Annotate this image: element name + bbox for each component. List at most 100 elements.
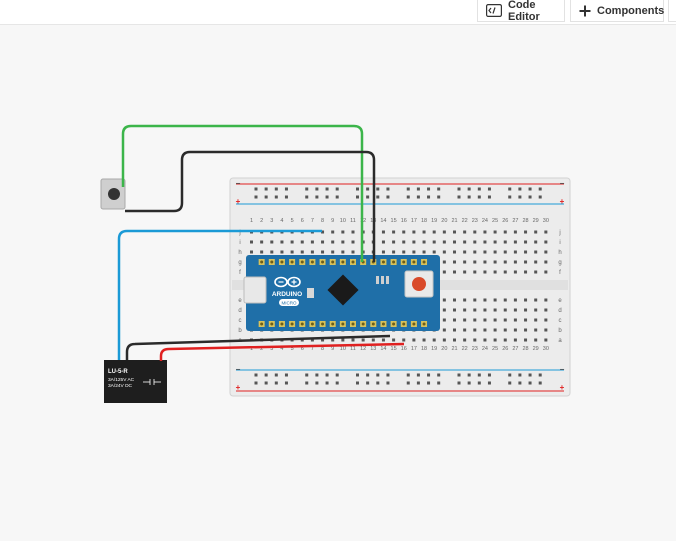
breadboard-hole[interactable] <box>280 250 284 254</box>
rail-hole[interactable] <box>437 187 441 191</box>
breadboard-hole[interactable] <box>483 230 487 234</box>
breadboard-hole[interactable] <box>453 298 456 302</box>
breadboard-hole[interactable] <box>453 318 456 322</box>
breadboard-hole[interactable] <box>453 308 456 312</box>
breadboard-hole[interactable] <box>493 260 497 264</box>
rail-hole[interactable] <box>284 195 288 199</box>
rail-hole[interactable] <box>538 373 542 377</box>
breadboard-hole[interactable] <box>534 240 538 244</box>
breadboard-hole[interactable] <box>513 308 517 312</box>
rail-hole[interactable] <box>284 373 288 377</box>
breadboard-hole[interactable] <box>544 250 548 254</box>
rail-hole[interactable] <box>325 373 329 377</box>
breadboard-hole[interactable] <box>534 250 538 254</box>
breadboard-hole[interactable] <box>392 240 396 244</box>
breadboard-hole[interactable] <box>473 308 477 312</box>
breadboard-hole[interactable] <box>483 298 487 302</box>
breadboard-hole[interactable] <box>381 338 385 342</box>
breadboard-hole[interactable] <box>442 308 446 312</box>
rail-hole[interactable] <box>467 195 471 199</box>
rail-hole[interactable] <box>487 195 491 199</box>
breadboard-hole[interactable] <box>534 270 538 274</box>
arduino-micro[interactable]: ARDUINO MICRO <box>243 255 440 331</box>
rail-hole[interactable] <box>427 381 431 385</box>
rail-hole[interactable] <box>284 187 288 191</box>
rail-hole[interactable] <box>538 195 542 199</box>
rail-hole[interactable] <box>274 187 278 191</box>
rail-hole[interactable] <box>427 195 431 199</box>
breadboard-hole[interactable] <box>544 230 548 234</box>
breadboard-hole[interactable] <box>473 240 477 244</box>
breadboard-hole[interactable] <box>544 308 548 312</box>
breadboard-hole[interactable] <box>503 318 507 322</box>
breadboard-hole[interactable] <box>392 230 396 234</box>
breadboard-hole[interactable] <box>331 250 335 254</box>
breadboard-hole[interactable] <box>381 240 385 244</box>
breadboard-hole[interactable] <box>534 230 538 234</box>
breadboard-hole[interactable] <box>483 250 487 254</box>
breadboard-hole[interactable] <box>463 230 467 234</box>
breadboard-hole[interactable] <box>534 298 538 302</box>
rail-hole[interactable] <box>325 195 329 199</box>
breadboard-hole[interactable] <box>453 328 456 332</box>
rail-hole[interactable] <box>467 373 471 377</box>
rail-hole[interactable] <box>274 195 278 199</box>
breadboard-hole[interactable] <box>463 308 467 312</box>
rail-hole[interactable] <box>284 381 288 385</box>
breadboard-hole[interactable] <box>341 338 345 342</box>
breadboard-hole[interactable] <box>524 250 528 254</box>
rail-hole[interactable] <box>477 187 481 191</box>
rail-hole[interactable] <box>376 187 380 191</box>
rail-hole[interactable] <box>254 187 258 191</box>
breadboard-hole[interactable] <box>310 240 314 244</box>
breadboard-hole[interactable] <box>402 250 406 254</box>
breadboard-hole[interactable] <box>493 270 497 274</box>
rail-hole[interactable] <box>508 195 512 199</box>
rail-hole[interactable] <box>335 187 339 191</box>
breadboard-hole[interactable] <box>513 298 517 302</box>
rail-hole[interactable] <box>274 373 278 377</box>
breadboard-hole[interactable] <box>331 230 335 234</box>
breadboard-hole[interactable] <box>503 270 507 274</box>
breadboard-hole[interactable] <box>493 308 497 312</box>
breadboard-hole[interactable] <box>361 338 365 342</box>
breadboard-hole[interactable] <box>493 250 497 254</box>
breadboard-hole[interactable] <box>341 250 345 254</box>
breadboard-hole[interactable] <box>412 240 416 244</box>
breadboard-hole[interactable] <box>483 260 487 264</box>
rail-hole[interactable] <box>508 187 512 191</box>
breadboard-hole[interactable] <box>524 318 528 322</box>
breadboard-hole[interactable] <box>412 250 416 254</box>
breadboard-hole[interactable] <box>544 260 548 264</box>
pushbutton[interactable] <box>100 178 126 210</box>
breadboard-hole[interactable] <box>442 298 446 302</box>
rail-hole[interactable] <box>528 187 532 191</box>
rail-hole[interactable] <box>315 195 319 199</box>
breadboard-hole[interactable] <box>503 328 507 332</box>
breadboard-hole[interactable] <box>473 270 477 274</box>
breadboard-hole[interactable] <box>524 260 528 264</box>
rail-hole[interactable] <box>416 381 420 385</box>
breadboard-hole[interactable] <box>412 338 416 342</box>
breadboard-hole[interactable] <box>463 338 467 342</box>
rail-hole[interactable] <box>356 373 359 377</box>
breadboard-hole[interactable] <box>432 250 436 254</box>
breadboard-hole[interactable] <box>300 250 304 254</box>
breadboard-hole[interactable] <box>544 338 548 342</box>
breadboard-hole[interactable] <box>280 240 284 244</box>
rail-hole[interactable] <box>386 187 390 191</box>
breadboard-hole[interactable] <box>483 240 487 244</box>
rail-hole[interactable] <box>325 381 329 385</box>
rail-hole[interactable] <box>325 187 329 191</box>
rail-hole[interactable] <box>366 187 370 191</box>
breadboard-hole[interactable] <box>442 338 446 342</box>
breadboard-hole[interactable] <box>402 230 406 234</box>
rail-hole[interactable] <box>315 381 319 385</box>
breadboard-hole[interactable] <box>534 328 538 332</box>
breadboard-hole[interactable] <box>483 270 487 274</box>
breadboard-hole[interactable] <box>534 308 538 312</box>
breadboard-hole[interactable] <box>351 250 355 254</box>
rail-hole[interactable] <box>305 373 309 377</box>
breadboard-hole[interactable] <box>473 230 477 234</box>
breadboard-hole[interactable] <box>503 308 507 312</box>
